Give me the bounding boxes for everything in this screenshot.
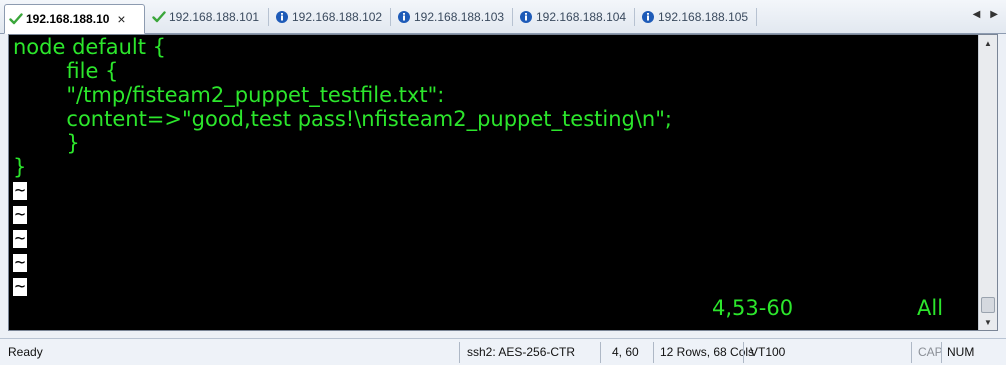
vim-scroll-indicator: All — [917, 296, 944, 320]
tab-separator — [268, 8, 269, 26]
terminal-scrollbar[interactable]: ▲ ▼ — [978, 35, 997, 330]
info-icon — [397, 10, 411, 24]
status-num-lock: NUM — [947, 345, 975, 359]
tab-scroll-left-icon[interactable]: ◀ — [973, 9, 981, 20]
tab-separator — [512, 8, 513, 26]
empty-line-tilde: ~ — [13, 204, 27, 225]
info-icon — [519, 10, 533, 24]
tab-label: 192.168.188.105 — [658, 10, 749, 24]
info-icon — [641, 10, 655, 24]
connected-check-icon — [9, 12, 23, 26]
close-tab-icon[interactable]: × — [117, 11, 125, 27]
empty-line-tilde: ~ — [13, 276, 27, 297]
tab-session-192-168-188-103[interactable]: 192.168.188.103 — [393, 6, 511, 28]
scroll-up-icon[interactable]: ▲ — [979, 35, 997, 51]
tab-separator — [634, 8, 635, 26]
tab-session-192-168-188-105[interactable]: 192.168.188.105 — [637, 6, 755, 28]
empty-line-tilde: ~ — [13, 180, 27, 201]
tab-label: 192.168.188.104 — [536, 10, 627, 24]
tab-scroll-right-icon[interactable]: ▶ — [990, 9, 998, 20]
terminal-line: } — [13, 131, 80, 155]
info-icon — [275, 10, 289, 24]
status-ready: Ready — [8, 345, 43, 359]
status-terminal-size: 12 Rows, 68 Cols — [660, 345, 755, 359]
tab-label: 192.168.188.102 — [292, 10, 383, 24]
terminal-line: content=>"good,test pass!\nfisteam2_pupp… — [13, 107, 672, 131]
status-bar: Ready ssh2: AES-256-CTR 4, 60 12 Rows, 6… — [0, 338, 1006, 365]
tab-separator — [756, 8, 757, 26]
terminal-line: node default { — [13, 35, 167, 59]
empty-line-tilde: ~ — [13, 252, 27, 273]
status-cursor-position: 4, 60 — [612, 345, 639, 359]
terminal-frame: node default { file { "/tmp/fisteam2_pup… — [8, 34, 998, 331]
tab-label: 192.168.188.10 — [26, 12, 110, 26]
tab-session-192-168-188-104[interactable]: 192.168.188.104 — [515, 6, 633, 28]
tab-separator — [390, 8, 391, 26]
terminal-line: } — [13, 155, 27, 179]
tab-session-192-168-188-101[interactable]: 192.168.188.101 — [148, 6, 266, 28]
connected-check-icon — [152, 10, 166, 24]
status-divider — [600, 342, 601, 363]
status-emulation: VT100 — [750, 345, 786, 359]
status-cipher: ssh2: AES-256-CTR — [467, 345, 576, 359]
status-divider — [459, 342, 460, 363]
tab-label: 192.168.188.101 — [169, 10, 260, 24]
scrollbar-thumb[interactable] — [981, 297, 995, 313]
scroll-down-icon[interactable]: ▼ — [979, 314, 997, 330]
tab-session-192-168-188-10[interactable]: 192.168.188.10 × — [4, 4, 145, 34]
tab-session-192-168-188-102[interactable]: 192.168.188.102 — [271, 6, 389, 28]
terminal-line: "/tmp/fisteam2_puppet_testfile.txt": — [13, 83, 445, 107]
status-caps-lock: CAP — [918, 345, 943, 359]
empty-line-tilde: ~ — [13, 228, 27, 249]
session-tab-bar: 192.168.188.10 × 192.168.188.101 192.168… — [0, 0, 1006, 34]
tab-scroll-arrows: ◀ ▶ — [973, 9, 998, 20]
terminal-line: file { — [13, 59, 119, 83]
vim-cursor-position: 4,53-60 — [712, 296, 794, 320]
tab-label: 192.168.188.103 — [414, 10, 505, 24]
terminal-screen[interactable]: node default { file { "/tmp/fisteam2_pup… — [9, 35, 978, 330]
